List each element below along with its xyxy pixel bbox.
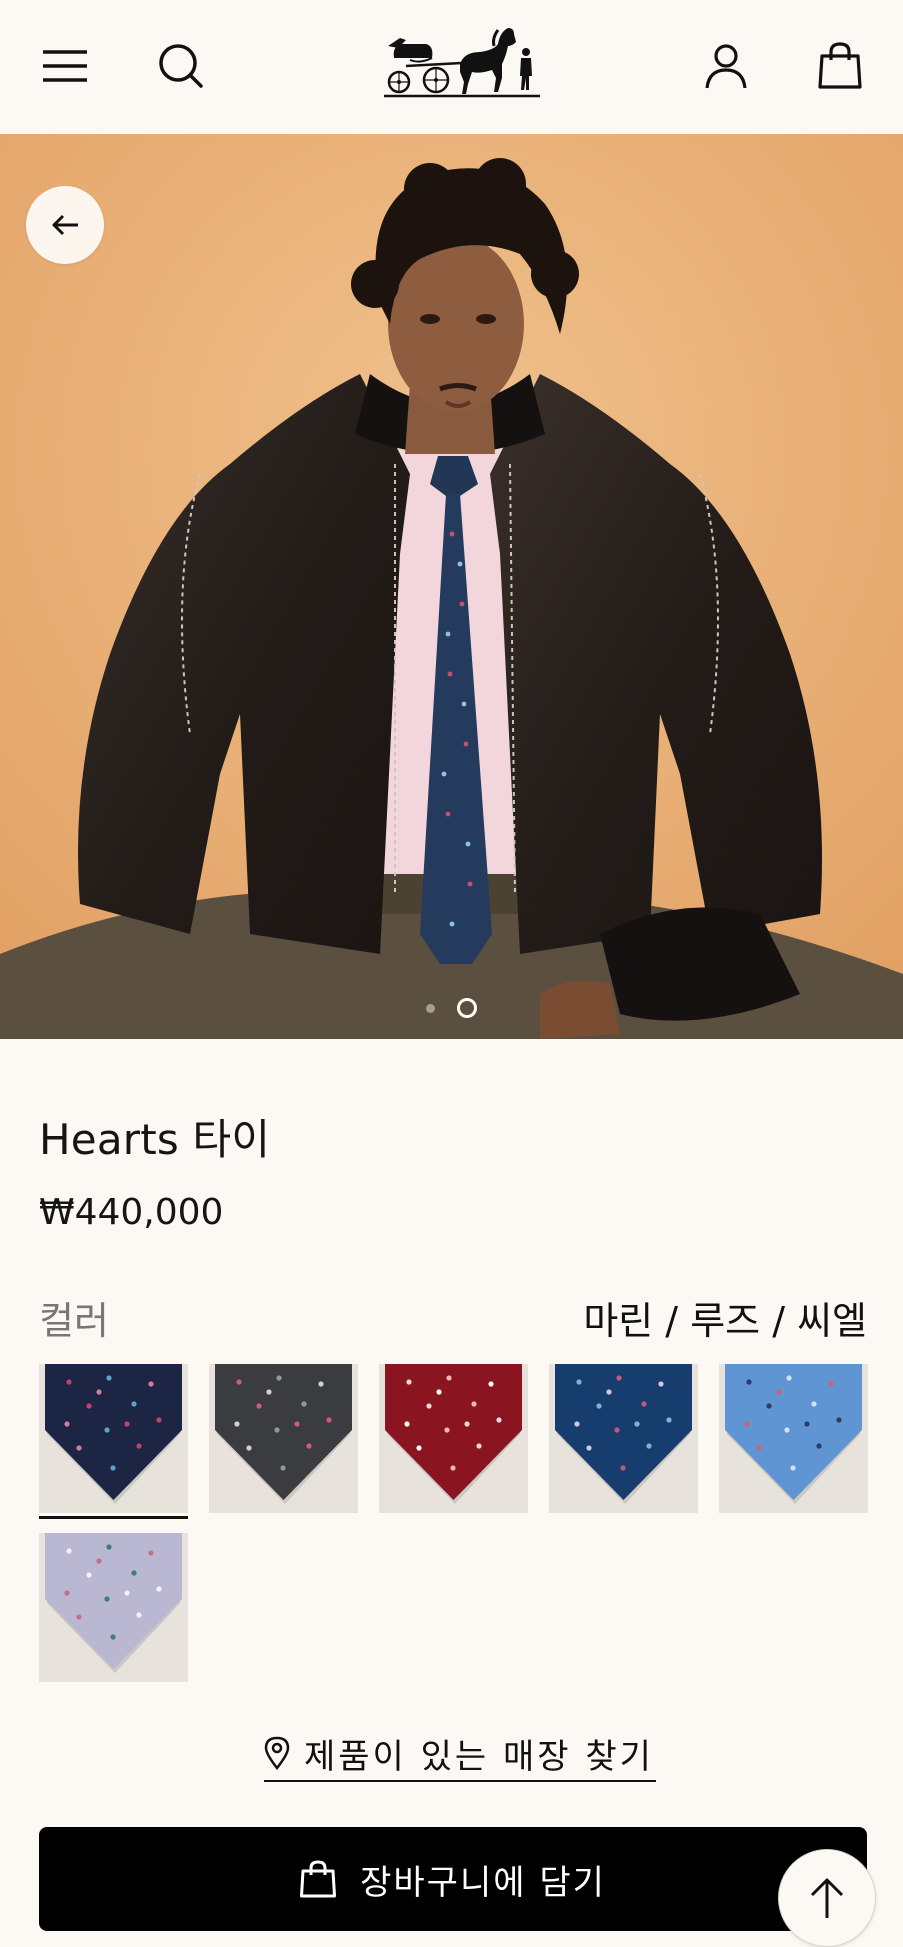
- account-button[interactable]: [688, 28, 764, 104]
- tie-swatch-image: [555, 1364, 692, 1504]
- model-photo: [0, 134, 903, 1039]
- tie-swatch-image: [215, 1364, 352, 1504]
- hamburger-icon: [43, 50, 87, 82]
- horse-carriage-logo: [384, 28, 540, 98]
- tie-swatch-image: [725, 1364, 862, 1504]
- find-store-link[interactable]: 제품이 있는 매장 찾기: [264, 1726, 656, 1782]
- gallery-pagination: [0, 996, 903, 1020]
- color-swatch[interactable]: [379, 1364, 528, 1513]
- back-button[interactable]: [26, 186, 104, 264]
- brand-logo[interactable]: [380, 24, 545, 100]
- color-swatch[interactable]: [719, 1364, 868, 1513]
- scroll-to-top-button[interactable]: [778, 1849, 876, 1947]
- location-pin-icon: [264, 1736, 290, 1770]
- product-title: Hearts 타이: [39, 1115, 271, 1164]
- search-button[interactable]: [143, 28, 219, 104]
- pagination-dot[interactable]: [426, 1003, 435, 1013]
- tie-swatch-image: [45, 1364, 182, 1504]
- color-label: 컬러: [39, 1299, 109, 1343]
- find-store-label: 제품이 있는 매장 찾기: [304, 1736, 654, 1777]
- pagination-dot-active[interactable]: [457, 998, 477, 1018]
- add-to-cart-label: 장바구니에 담기: [360, 1862, 606, 1903]
- color-swatch[interactable]: [209, 1364, 358, 1513]
- color-swatch[interactable]: [39, 1533, 188, 1682]
- selected-swatch-indicator: [39, 1516, 188, 1519]
- user-icon: [705, 44, 747, 89]
- shopping-bag-icon: [818, 42, 862, 89]
- color-swatch[interactable]: [39, 1364, 188, 1513]
- tie-swatch-image: [45, 1533, 182, 1673]
- tie-swatch-image: [385, 1364, 522, 1504]
- arrow-up-icon: [810, 1878, 844, 1918]
- arrow-left-icon: [52, 214, 78, 236]
- product-image[interactable]: [0, 134, 903, 1039]
- selected-color-name: 마린 / 루즈 / 씨엘: [583, 1299, 867, 1343]
- color-swatch[interactable]: [549, 1364, 698, 1513]
- product-price: ₩440,000: [39, 1192, 224, 1233]
- cart-button[interactable]: [802, 28, 878, 104]
- menu-button[interactable]: [27, 28, 103, 104]
- top-header: [0, 0, 903, 134]
- shopping-bag-icon: [300, 1860, 337, 1898]
- add-to-cart-button[interactable]: 장바구니에 담기: [39, 1827, 867, 1931]
- search-icon: [159, 44, 203, 88]
